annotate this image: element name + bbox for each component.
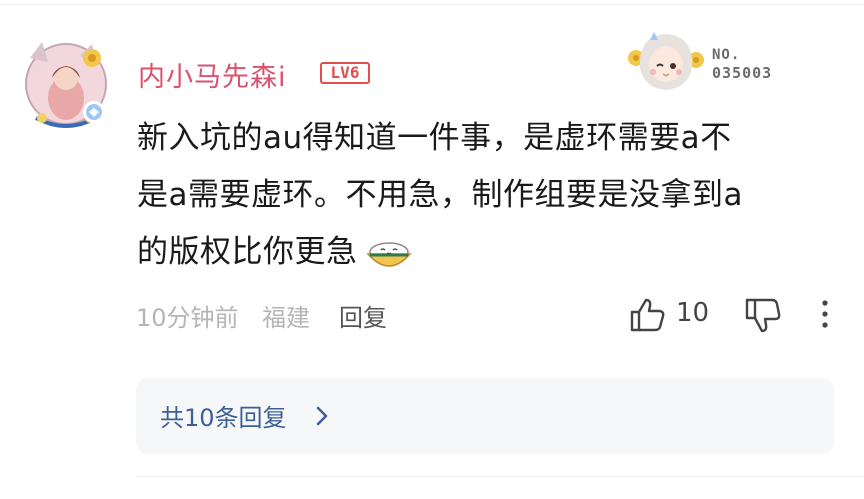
username[interactable]: 内小马先森i xyxy=(138,55,287,94)
comment-line: 的版权比你更急 xyxy=(137,224,837,281)
replies-summary: 共10条回复 xyxy=(160,404,287,432)
comment-line: 新入坑的au得知道一件事，是虚环需要a不 xyxy=(137,120,732,156)
comment-location: 福建 xyxy=(262,304,310,332)
fan-card-number: 035003 xyxy=(712,64,773,82)
more-vertical-icon[interactable] xyxy=(815,298,835,332)
fan-card-label: NO. xyxy=(712,47,741,63)
chevron-right-icon xyxy=(314,405,330,427)
comment-line-text: 的版权比你更急 xyxy=(137,234,358,270)
comment-line: 是a需要虚环。不用急，制作组要是没拿到a xyxy=(137,177,743,213)
view-replies-button[interactable]: 共10条回复 xyxy=(136,378,834,454)
thumbs-down-icon[interactable] xyxy=(744,296,782,336)
avatar[interactable] xyxy=(22,38,110,138)
thumbs-up-icon[interactable] xyxy=(628,296,666,334)
comment-text: 新入坑的au得知道一件事，是虚环需要a不 是a需要虚环。不用急，制作组要是没拿到… xyxy=(137,110,837,281)
reply-button[interactable]: 回复 xyxy=(339,298,387,333)
top-divider xyxy=(0,4,864,5)
level-badge: LV6 xyxy=(320,62,370,84)
like-count: 10 xyxy=(676,298,710,328)
bottom-divider xyxy=(136,476,864,477)
comment-time: 10分钟前 xyxy=(136,304,239,332)
rice-bowl-emoji xyxy=(364,236,414,272)
